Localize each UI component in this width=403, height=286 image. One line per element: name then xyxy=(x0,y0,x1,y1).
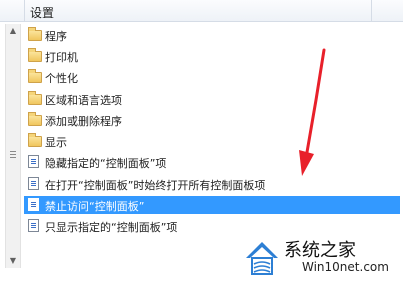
watermark-name: 系统之家 xyxy=(284,240,356,261)
watermark-url: Win10net.com xyxy=(302,260,389,274)
house-logo-icon xyxy=(246,242,278,275)
site-watermark: 系统之家 Win10net.com xyxy=(240,232,400,284)
